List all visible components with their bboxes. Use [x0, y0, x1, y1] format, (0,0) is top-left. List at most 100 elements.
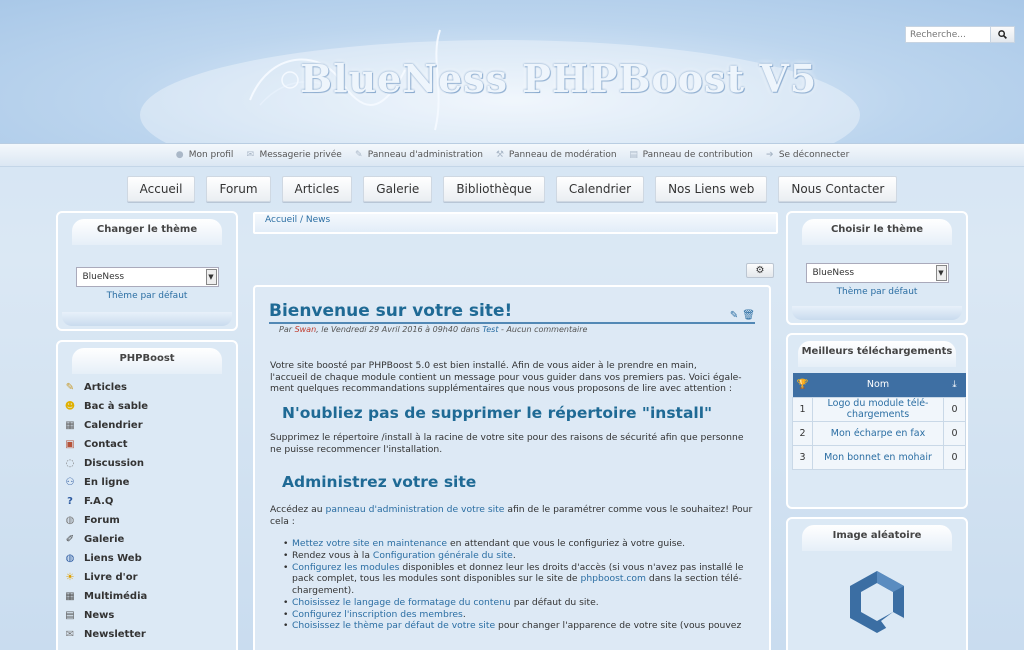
general-config-link[interactable]: Configuration générale du site [373, 550, 513, 561]
heading-admin: Administrez votre site [282, 473, 477, 492]
left-menu-block: PHPBoost ✎ Articles ☻ Bac à sable ▦ Calendr… [56, 340, 238, 650]
table-header-row: 🏆 Nom ⤓ [792, 373, 966, 397]
gear-icon: ⚙ [755, 265, 765, 276]
menu-item-contact[interactable]: ▣ Contact [64, 435, 236, 454]
userbar-admin[interactable]: ✎ Panneau d'administration [354, 150, 483, 160]
left-theme-select[interactable]: BlueNess ▼ [75, 267, 219, 287]
module-menu: ✎ Articles ☻ Bac à sable ▦ Calendrier ▣ Cont… [58, 374, 236, 644]
download-link[interactable]: Logo du module télé-chargements [812, 396, 944, 422]
member-registration-link[interactable]: Configurez l'inscription des membres [292, 609, 463, 620]
search-button[interactable] [991, 26, 1015, 43]
breadcrumb: Accueil / News [253, 212, 778, 234]
breadcrumb-separator: / [297, 215, 306, 225]
modules-config-link[interactable]: Configurez les modules [292, 562, 399, 573]
search-input[interactable] [905, 26, 991, 43]
nav-forum[interactable]: Forum [206, 176, 271, 202]
nav-calendrier[interactable]: Calendrier [555, 176, 645, 202]
site-logo[interactable]: BlueNess PHPBoost V5 [300, 56, 816, 106]
newspaper-icon: ▤ [65, 609, 75, 621]
formatting-language-link[interactable]: Choisissez le langage de formatage du co… [292, 597, 511, 608]
edit-icon[interactable]: ✎ [730, 310, 738, 321]
forum-icon: ◍ [65, 514, 75, 526]
list-item: Configurez l'inscription des membres. [283, 609, 754, 621]
download-link[interactable]: Mon écharpe en fax [812, 420, 944, 446]
menu-item-gallery[interactable]: ✐ Galerie [64, 530, 236, 549]
table-row: 1 Logo du module télé-chargements 0 [792, 396, 966, 422]
install-line: Supprimez le répertoire /install à la ra… [270, 431, 744, 443]
article-title[interactable]: Bienvenue sur votre site! [269, 301, 512, 321]
admin-paragraph: Accédez au panneau d'administration de v… [270, 503, 753, 515]
block-footer [62, 312, 232, 326]
menu-item-weblinks[interactable]: ◍ Liens Web [64, 549, 236, 568]
nav-accueil[interactable]: Accueil [126, 176, 196, 202]
list-item: Rendez vous à la Configuration générale … [283, 550, 754, 562]
downloads-title: Meilleurs téléchargements [798, 341, 956, 367]
menu-item-news[interactable]: ▤ News [64, 606, 236, 625]
menu-item-calendar[interactable]: ▦ Calendrier [64, 416, 236, 435]
column-name: Nom [812, 373, 944, 397]
chevron-down-icon: ▼ [935, 265, 947, 281]
gavel-icon: ⚒ [495, 150, 504, 160]
admin-panel-link[interactable]: panneau d'administration de votre site [325, 504, 504, 515]
list-item: Configurez les modules disponibles et do… [283, 562, 754, 597]
table-row: 3 Mon bonnet en mohair 0 [792, 444, 966, 470]
download-link[interactable]: Mon bonnet en mohair [812, 444, 944, 470]
breadcrumb-current[interactable]: News [306, 215, 330, 225]
module-settings-button[interactable]: ⚙ [746, 263, 774, 278]
left-theme-block: Changer le thème BlueNess ▼ Thème par dé… [56, 211, 238, 331]
left-menu-title: PHPBoost [72, 348, 222, 374]
pencil-note-icon: ✎ [65, 381, 75, 393]
menu-item-articles[interactable]: ✎ Articles [64, 378, 236, 397]
right-theme-default-link[interactable]: Thème par défaut [788, 287, 966, 297]
newsletter-icon: ✉ [65, 628, 75, 640]
default-theme-link[interactable]: Choisissez le thème par défaut de votre … [292, 620, 495, 631]
menu-item-faq[interactable]: ? F.A.Q [64, 492, 236, 511]
maintenance-link[interactable]: Mettez votre site en maintenance [292, 538, 447, 549]
random-image-title: Image aléatoire [802, 525, 952, 551]
menu-item-forum[interactable]: ◍ Forum [64, 511, 236, 530]
article-author[interactable]: Swan [295, 325, 317, 334]
nav-contact[interactable]: Nous Contacter [778, 176, 898, 202]
userbar-profile[interactable]: ● Mon profil [175, 150, 234, 160]
site-header: BlueNess PHPBoost V5 [0, 0, 1024, 143]
news-article: Bienvenue sur votre site! ✎ 🗑 Par Swan, … [253, 285, 771, 650]
left-theme-title: Changer le thème [72, 219, 222, 245]
right-theme-select[interactable]: BlueNess ▼ [805, 263, 949, 283]
phpboost-logo-icon[interactable] [847, 569, 907, 635]
chevron-down-icon: ▼ [205, 269, 217, 285]
menu-item-sandbox[interactable]: ☻ Bac à sable [64, 397, 236, 416]
list-item: Choisissez le langage de formatage du co… [283, 597, 754, 609]
menu-item-newsletter[interactable]: ✉ Newsletter [64, 625, 236, 644]
userbar-messages[interactable]: ✉ Messagerie privée [245, 150, 342, 160]
nav-articles[interactable]: Articles [281, 176, 353, 202]
left-theme-default-link[interactable]: Thème par défaut [58, 291, 236, 301]
nav-bibliotheque[interactable]: Bibliothèque [443, 176, 545, 202]
nav-liens-web[interactable]: Nos Liens web [655, 176, 768, 202]
admin-steps-list: Mettez votre site en maintenance en atte… [270, 538, 754, 632]
menu-item-guestbook[interactable]: ☀ Livre d'or [64, 568, 236, 587]
envelope-icon: ✉ [246, 150, 255, 160]
user-toolbar: ● Mon profil ✉ Messagerie privée ✎ Panneau … [0, 143, 1024, 167]
menu-item-discussion[interactable]: ◌ Discussion [64, 454, 236, 473]
article-title-bar: Bienvenue sur votre site! ✎ 🗑 [269, 301, 755, 324]
search-icon [998, 30, 1007, 39]
contact-card-icon: ▣ [65, 438, 75, 450]
nav-galerie[interactable]: Galerie [363, 176, 433, 202]
phpboost-site-link[interactable]: phpboost.com [581, 573, 647, 584]
main-nav: Accueil Forum Articles Galerie Bibliothè… [0, 176, 1024, 204]
sun-icon: ☀ [65, 571, 75, 583]
trash-icon[interactable]: 🗑 [742, 310, 755, 321]
userbar-moderation[interactable]: ⚒ Panneau de modération [495, 150, 617, 160]
userbar-logout[interactable]: ➔ Se déconnecter [765, 150, 849, 160]
random-image-block: Image aléatoire [786, 517, 968, 650]
article-category[interactable]: Test [482, 325, 498, 334]
signout-icon: ➔ [766, 150, 774, 160]
menu-item-online[interactable]: ⚇ En ligne [64, 473, 236, 492]
block-footer [792, 306, 962, 320]
file-icon: ▤ [629, 150, 638, 160]
breadcrumb-home[interactable]: Accueil [265, 215, 297, 225]
menu-item-multimedia[interactable]: ▦ Multimédia [64, 587, 236, 606]
intro-line: ment quelques recommandations supplément… [270, 383, 732, 395]
userbar-contribution[interactable]: ▤ Panneau de contribution [629, 150, 753, 160]
user-icon: ● [175, 150, 184, 160]
